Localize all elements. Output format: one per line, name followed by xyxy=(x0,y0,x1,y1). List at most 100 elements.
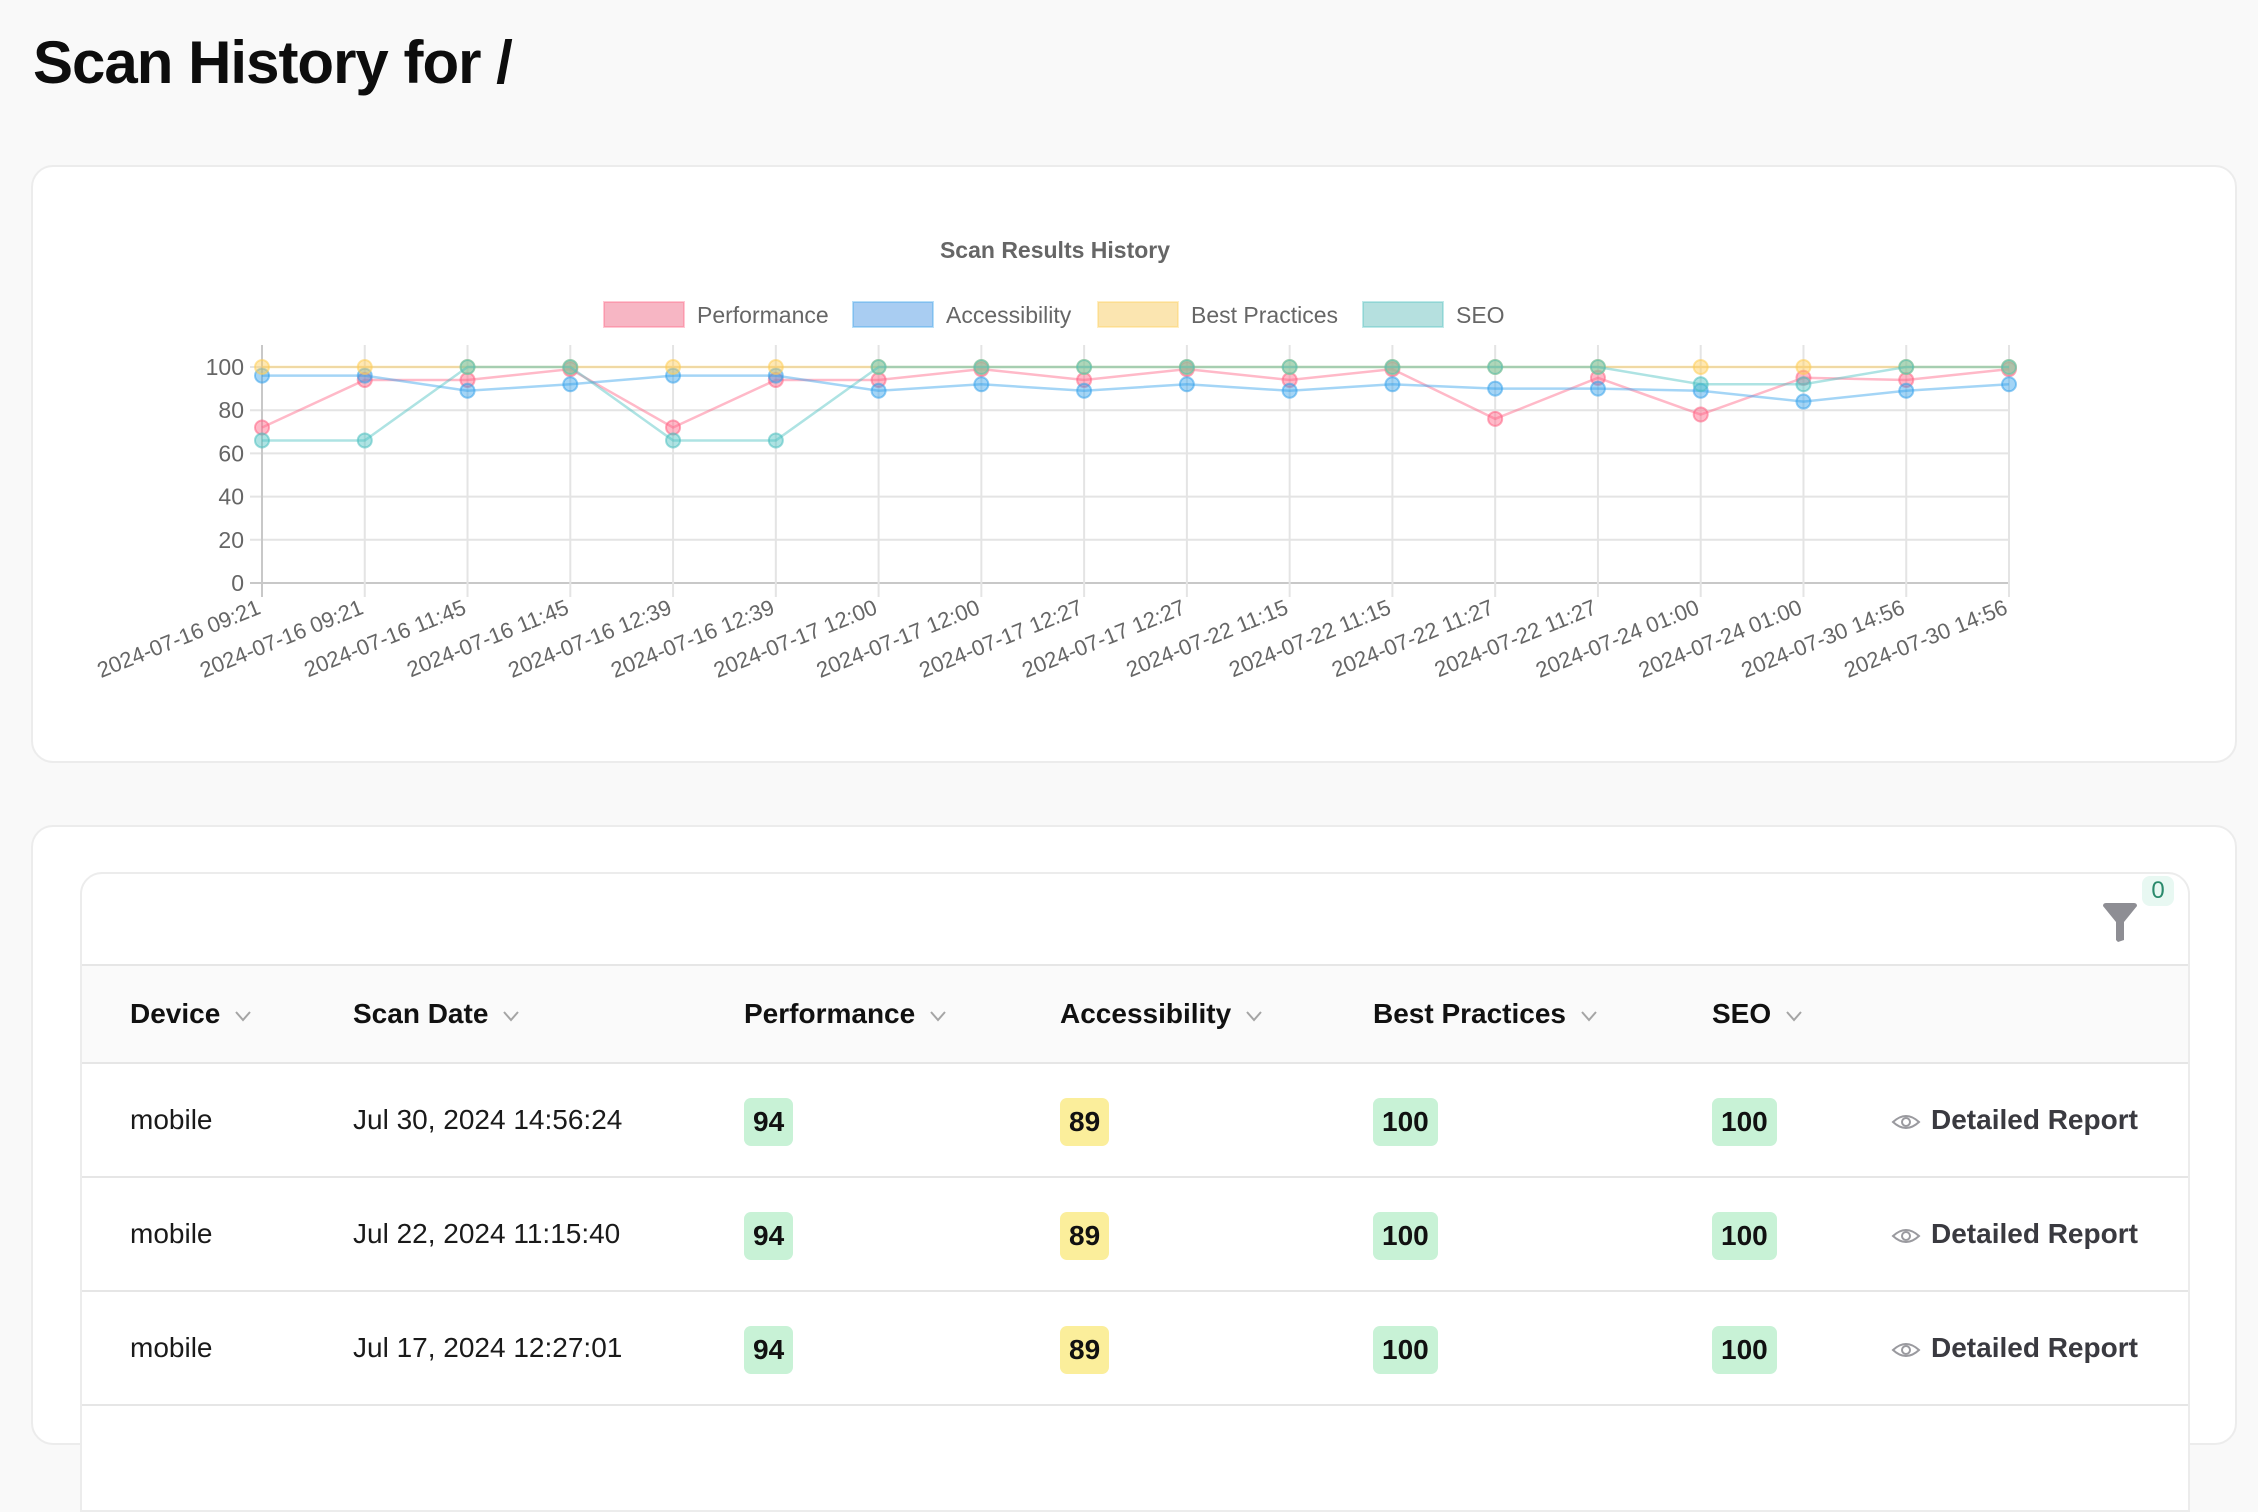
cell-device: mobile xyxy=(130,1218,213,1249)
score-badge: 94 xyxy=(744,1211,794,1260)
data-point-seo[interactable] xyxy=(1076,359,1093,375)
filter-count-badge: 0 xyxy=(2142,876,2174,906)
score-badge: 89 xyxy=(1060,1325,1110,1374)
legend-swatch xyxy=(1097,301,1179,328)
data-point-accessibility[interactable] xyxy=(562,376,579,393)
chart-title: Scan Results History xyxy=(940,237,1170,263)
data-point-accessibility[interactable] xyxy=(1589,380,1606,397)
data-point-seo[interactable] xyxy=(1384,359,1401,375)
cell-accessibility: 89 xyxy=(1060,1064,1110,1176)
data-point-best-practices[interactable] xyxy=(767,359,784,375)
chart-grid xyxy=(250,345,2010,597)
chevron-down-icon[interactable] xyxy=(234,1010,252,1022)
cell-accessibility: 89 xyxy=(1060,1178,1110,1290)
data-point-seo[interactable] xyxy=(1281,359,1298,375)
x-axis: 2024-07-16 09:212024-07-16 09:212024-07-… xyxy=(93,594,2010,682)
data-point-seo[interactable] xyxy=(562,359,579,375)
legend-item-seo[interactable]: SEO xyxy=(1362,301,1505,328)
data-point-seo[interactable] xyxy=(1589,359,1606,375)
column-header-label: Best Practices xyxy=(1373,998,1567,1029)
column-header-label: Performance xyxy=(744,998,916,1029)
data-point-best-practices[interactable] xyxy=(665,359,682,375)
data-point-seo[interactable] xyxy=(973,359,990,375)
table-header: Device Scan Date Performance Accessibility B… xyxy=(82,966,2188,1064)
detailed-report-link[interactable]: Detailed Report xyxy=(1891,1178,2138,1290)
column-header-scan-date[interactable]: Scan Date xyxy=(353,966,520,1062)
column-header-seo[interactable]: SEO xyxy=(1712,966,1803,1062)
legend-label: Performance xyxy=(697,302,829,328)
y-tick-label: 80 xyxy=(218,397,244,423)
data-point-seo[interactable] xyxy=(254,432,270,449)
chart-legend: Performance Accessibility Best Practices SE… xyxy=(603,301,1505,328)
y-tick-label: 100 xyxy=(206,354,244,380)
chevron-down-icon[interactable] xyxy=(1785,1010,1803,1022)
data-point-performance[interactable] xyxy=(1487,410,1504,427)
data-point-seo[interactable] xyxy=(459,359,476,375)
data-point-performance[interactable] xyxy=(254,419,270,436)
eye-icon xyxy=(1891,1228,1921,1243)
data-point-seo[interactable] xyxy=(1692,376,1709,393)
cell-best-practices: 100 xyxy=(1373,1178,1438,1290)
chevron-down-icon[interactable] xyxy=(502,1010,520,1022)
data-point-seo[interactable] xyxy=(2001,359,2017,375)
eye-icon xyxy=(1891,1342,1921,1357)
data-point-accessibility[interactable] xyxy=(1178,376,1195,393)
filter-button[interactable] xyxy=(2100,900,2140,944)
data-point-seo[interactable] xyxy=(1898,359,1915,375)
data-point-accessibility[interactable] xyxy=(1795,393,1812,410)
data-point-accessibility[interactable] xyxy=(870,382,887,399)
data-point-accessibility[interactable] xyxy=(1076,382,1093,399)
data-point-accessibility[interactable] xyxy=(973,376,990,393)
chart-card: Scan Results History Performance Accessib… xyxy=(31,165,2237,763)
cell-device: mobile xyxy=(130,1332,213,1363)
data-point-accessibility[interactable] xyxy=(1281,382,1298,399)
data-point-accessibility[interactable] xyxy=(1487,380,1504,397)
detailed-report-link[interactable]: Detailed Report xyxy=(1891,1064,2138,1176)
data-point-seo[interactable] xyxy=(870,359,887,375)
data-point-best-practices[interactable] xyxy=(1795,359,1812,375)
column-header-best-practices[interactable]: Best Practices xyxy=(1373,966,1598,1062)
detailed-report-label: Detailed Report xyxy=(1931,1104,2138,1135)
table-card: 0 Device Scan Date Performance Accessibilit… xyxy=(31,825,2237,1512)
chevron-down-icon[interactable] xyxy=(929,1010,947,1022)
cell-scan-date: Jul 30, 2024 14:56:24 xyxy=(353,1104,623,1135)
detailed-report-label: Detailed Report xyxy=(1931,1332,2138,1363)
data-point-best-practices[interactable] xyxy=(1692,359,1709,375)
data-point-seo[interactable] xyxy=(356,432,373,449)
data-point-best-practices[interactable] xyxy=(254,359,270,375)
eye-icon xyxy=(1891,1114,1921,1129)
data-point-performance[interactable] xyxy=(665,419,682,436)
detailed-report-link[interactable]: Detailed Report xyxy=(1891,1292,2138,1404)
chevron-down-icon[interactable] xyxy=(1245,1010,1263,1022)
detailed-report-label: Detailed Report xyxy=(1931,1218,2138,1249)
chevron-down-icon[interactable] xyxy=(1580,1010,1598,1022)
column-header-accessibility[interactable]: Accessibility xyxy=(1060,966,1263,1062)
data-point-accessibility[interactable] xyxy=(2001,376,2017,393)
scan-history-table: 0 Device Scan Date Performance Accessibilit… xyxy=(80,872,2190,1512)
data-point-performance[interactable] xyxy=(1692,406,1709,423)
legend-item-accessibility[interactable]: Accessibility xyxy=(852,301,1072,328)
data-point-seo[interactable] xyxy=(1795,376,1812,393)
data-point-best-practices[interactable] xyxy=(356,359,373,375)
column-header-label: Scan Date xyxy=(353,998,489,1029)
legend-item-performance[interactable]: Performance xyxy=(603,301,829,328)
score-badge: 100 xyxy=(1712,1097,1777,1146)
score-badge: 100 xyxy=(1373,1097,1438,1146)
column-header-device[interactable]: Device xyxy=(130,966,252,1062)
data-point-seo[interactable] xyxy=(767,432,784,449)
data-point-seo[interactable] xyxy=(1487,359,1504,375)
score-badge: 100 xyxy=(1373,1325,1438,1374)
data-point-accessibility[interactable] xyxy=(1384,376,1401,393)
legend-item-best-practices[interactable]: Best Practices xyxy=(1097,301,1338,328)
data-point-accessibility[interactable] xyxy=(459,382,476,399)
data-point-seo[interactable] xyxy=(1178,359,1195,375)
cell-performance: 94 xyxy=(744,1178,794,1290)
table-body: mobile Jul 30, 2024 14:56:24 94 89 100 100 Det… xyxy=(82,1064,2188,1406)
data-point-accessibility[interactable] xyxy=(1898,382,1915,399)
score-badge: 89 xyxy=(1060,1097,1110,1146)
cell-performance: 94 xyxy=(744,1064,794,1176)
legend-label: Best Practices xyxy=(1191,302,1338,328)
column-header-performance[interactable]: Performance xyxy=(744,966,947,1062)
cell-scan-date: Jul 22, 2024 11:15:40 xyxy=(353,1218,621,1249)
data-point-seo[interactable] xyxy=(665,432,682,449)
